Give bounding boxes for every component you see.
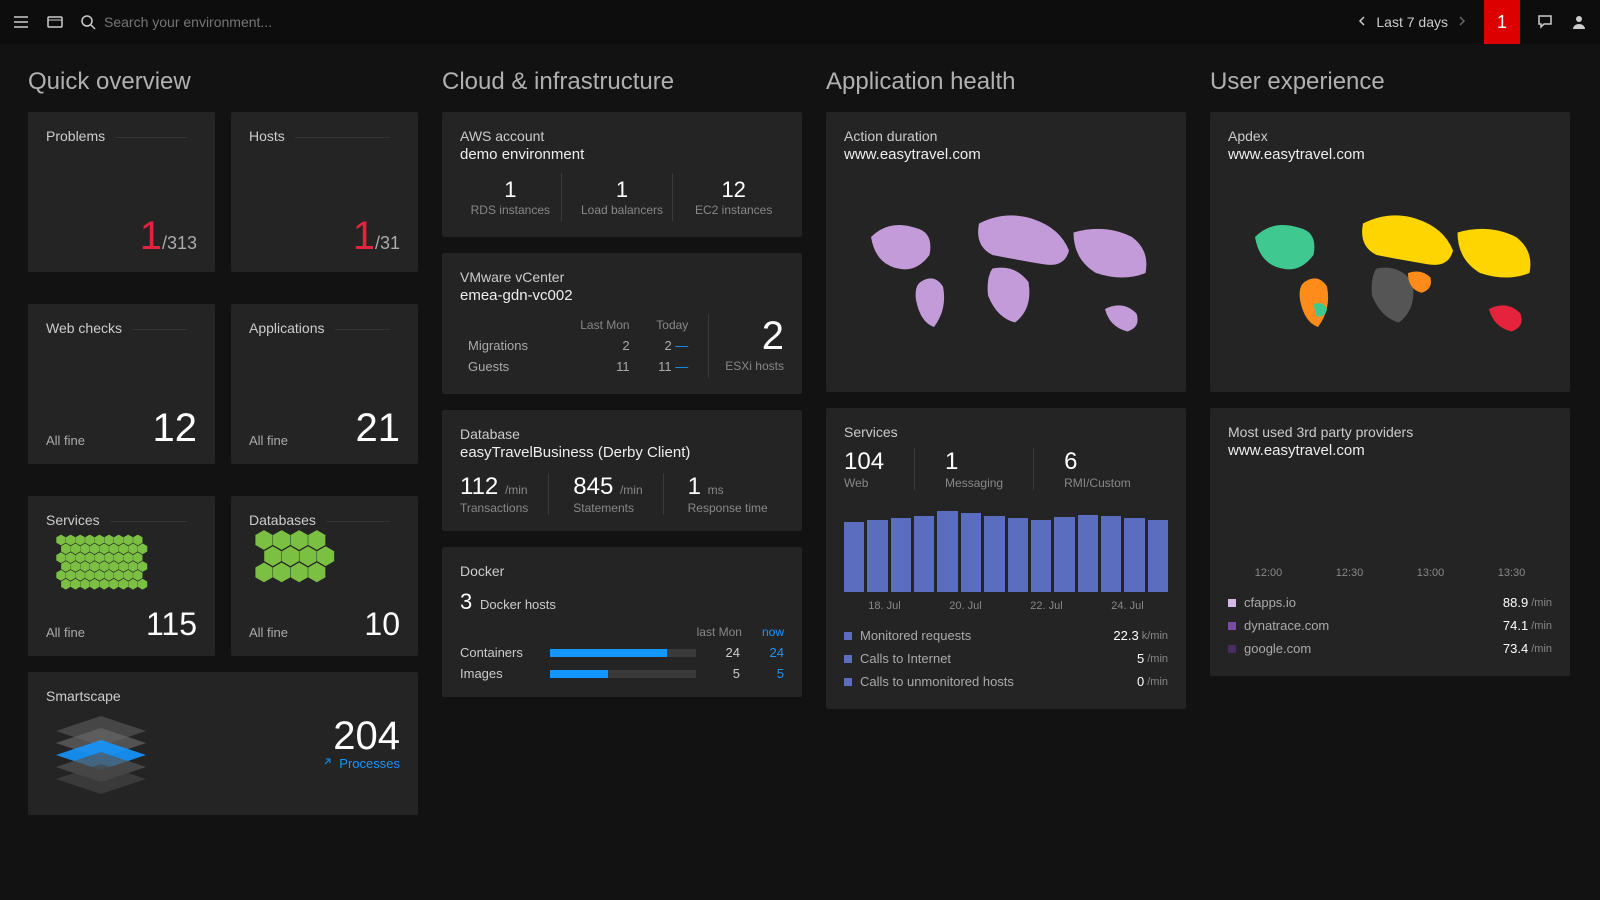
quick-overview-section: Quick overview Problems 1/313 Hosts 1/31…	[28, 68, 418, 831]
topbar: Last 7 days 1	[0, 0, 1600, 44]
tile-services[interactable]: Services All fine 115	[28, 496, 215, 656]
honeycomb-icon	[249, 530, 400, 608]
legend-row: cfapps.io88.9/min	[1228, 591, 1552, 614]
tile-hosts[interactable]: Hosts 1/31	[231, 112, 418, 272]
menu-icon[interactable]	[12, 13, 30, 31]
world-map-colored	[1228, 173, 1552, 373]
legend-row: google.com73.4/min	[1228, 637, 1552, 660]
tile-services[interactable]: Services 104Web 1Messaging 6RMI/Custom 1…	[826, 408, 1186, 709]
legend-row: Monitored requests22.3k/min	[844, 624, 1168, 647]
tile-vmware[interactable]: VMware vCenter emea-gdn-vc002 Last MonTo…	[442, 253, 802, 394]
link-icon	[321, 756, 333, 771]
tile-database[interactable]: Database easyTravelBusiness (Derby Clien…	[442, 410, 802, 531]
section-title-quick: Quick overview	[28, 68, 418, 96]
tile-aws[interactable]: AWS account demo environment 1RDS instan…	[442, 112, 802, 237]
alert-badge[interactable]: 1	[1484, 0, 1520, 44]
services-bar-chart	[844, 502, 1168, 592]
tile-action-duration[interactable]: Action duration www.easytravel.com	[826, 112, 1186, 392]
search-input[interactable]	[104, 14, 404, 30]
app-health-section: Application health Action duration www.e…	[826, 68, 1186, 831]
legend-row: dynatrace.com74.1/min	[1228, 614, 1552, 637]
section-title-cloud: Cloud & infrastructure	[442, 68, 802, 96]
chevron-left-icon[interactable]	[1356, 14, 1368, 30]
thirdparty-stacked-chart	[1228, 469, 1552, 559]
tile-webchecks[interactable]: Web checks All fine 12	[28, 304, 215, 464]
tile-problems[interactable]: Problems 1/313	[28, 112, 215, 272]
user-exp-section: User experience Apdex www.easytravel.com…	[1210, 68, 1570, 831]
time-range-label: Last 7 days	[1376, 14, 1448, 30]
section-title-health: Application health	[826, 68, 1186, 96]
user-icon[interactable]	[1570, 13, 1588, 31]
tile-applications[interactable]: Applications All fine 21	[231, 304, 418, 464]
tile-databases[interactable]: Databases All fine 10	[231, 496, 418, 656]
legend-row: Calls to Internet5/min	[844, 647, 1168, 670]
search-icon[interactable]	[80, 14, 96, 30]
tile-smartscape[interactable]: Smartscape 204 Processes	[28, 672, 418, 815]
cloud-infra-section: Cloud & infrastructure AWS account demo …	[442, 68, 802, 831]
legend-row: Calls to unmonitored hosts0/min	[844, 670, 1168, 693]
world-map	[844, 173, 1168, 373]
chevron-right-icon[interactable]	[1456, 14, 1468, 30]
tile-apdex[interactable]: Apdex www.easytravel.com	[1210, 112, 1570, 392]
layers-icon	[46, 706, 156, 796]
dashboard-icon[interactable]	[46, 13, 64, 31]
section-title-ux: User experience	[1210, 68, 1570, 96]
tile-docker[interactable]: Docker 3 Docker hosts last Monnow Contai…	[442, 547, 802, 697]
honeycomb-icon	[46, 530, 197, 608]
time-range-picker[interactable]: Last 7 days	[1356, 14, 1468, 30]
search	[80, 14, 1340, 30]
chat-icon[interactable]	[1536, 13, 1554, 31]
tile-thirdparty[interactable]: Most used 3rd party providers www.easytr…	[1210, 408, 1570, 676]
